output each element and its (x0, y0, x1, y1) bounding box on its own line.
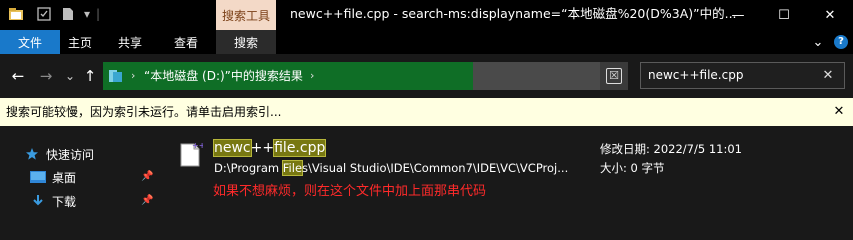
quick-access-dropdown-icon[interactable]: ▾ (80, 5, 94, 23)
help-icon[interactable]: ? (832, 30, 850, 54)
pin-icon: 📌 (141, 171, 154, 182)
name-plain: ++ (250, 140, 275, 156)
address-chevron-icon[interactable]: › (131, 62, 135, 90)
name-highlight: file.cpp (273, 139, 327, 157)
sidebar-item-desktop[interactable]: 桌面 (30, 167, 76, 187)
help-icon-glyph: ? (834, 35, 848, 49)
sidebar-item-label: 下载 (52, 194, 77, 209)
tab-search[interactable]: 搜索 (216, 30, 276, 54)
maximize-button[interactable]: ☐ (761, 0, 807, 30)
sidebar-item-label: 桌面 (52, 170, 77, 185)
download-icon (30, 194, 46, 208)
address-end-chevron-icon[interactable]: › (310, 62, 314, 90)
tab-view[interactable]: 查看 (164, 30, 208, 54)
close-button[interactable]: ✕ (807, 0, 853, 30)
desktop-icon (30, 170, 46, 184)
forward-button[interactable]: → (36, 66, 56, 86)
name-highlight: newc (213, 139, 252, 157)
sidebar-item-quick-access[interactable]: 快速访问 (24, 144, 94, 164)
contextual-tab-search-tools[interactable]: 搜索工具 (216, 0, 276, 30)
modified-label: 修改日期: (600, 142, 650, 156)
minimize-button[interactable]: — (715, 0, 761, 30)
search-results-icon (108, 68, 124, 84)
svg-text:++: ++ (192, 141, 203, 150)
address-path[interactable]: “本地磁盘 (D:)”中的搜索结果 (144, 62, 303, 90)
pin-icon: 📌 (141, 195, 154, 206)
result-file-name[interactable]: newc ++ file.cpp (213, 137, 327, 159)
tab-file[interactable]: 文件 (0, 30, 60, 54)
sidebar-item-label: 快速访问 (46, 147, 95, 162)
red-annotation-text: 如果不想麻烦，则在这个文件中加上面那串代码 (213, 184, 487, 199)
info-bar-close-icon[interactable]: ✕ (829, 98, 849, 126)
window-title: newc++file.cpp - search-ms:displayname=“… (290, 6, 737, 21)
new-folder-icon[interactable] (58, 5, 78, 23)
size-value: 0 字节 (630, 161, 665, 175)
info-bar-message[interactable]: 搜索可能较慢，因为索引未运行。请单击启用索引... (6, 98, 281, 126)
result-size: 大小: 0 字节 (600, 160, 665, 176)
result-modified: 修改日期: 2022/7/5 11:01 (600, 141, 742, 157)
tab-share[interactable]: 共享 (110, 30, 150, 54)
sidebar-item-downloads[interactable]: 下载 (30, 191, 76, 211)
stop-search-button[interactable]: ☒ (600, 62, 628, 90)
app-icon[interactable] (6, 5, 26, 23)
path-highlight: File (281, 160, 304, 176)
properties-icon[interactable] (34, 5, 54, 23)
modified-value: 2022/7/5 11:01 (653, 142, 742, 156)
path-text: s\Visual Studio\IDE\Common7\IDE\VC\VCPro… (302, 161, 569, 175)
stop-search-icon: ☒ (606, 68, 622, 84)
path-text: D:\Program (214, 161, 283, 175)
clear-search-icon[interactable]: ✕ (818, 62, 838, 89)
recent-locations-icon[interactable]: ⌄ (60, 66, 80, 86)
back-button[interactable]: ← (8, 66, 28, 86)
star-icon (24, 147, 40, 161)
cpp-file-icon[interactable]: ++ (179, 140, 205, 168)
tab-home[interactable]: 主页 (60, 30, 100, 54)
ribbon-expand-icon[interactable]: ⌄ (808, 30, 828, 54)
result-file-path: D:\Program File s\Visual Studio\IDE\Comm… (214, 160, 584, 176)
up-button[interactable]: ↑ (80, 66, 100, 86)
titlebar-separator: | (95, 7, 101, 21)
search-input[interactable]: newc++file.cpp (648, 62, 743, 89)
size-label: 大小: (600, 161, 627, 175)
